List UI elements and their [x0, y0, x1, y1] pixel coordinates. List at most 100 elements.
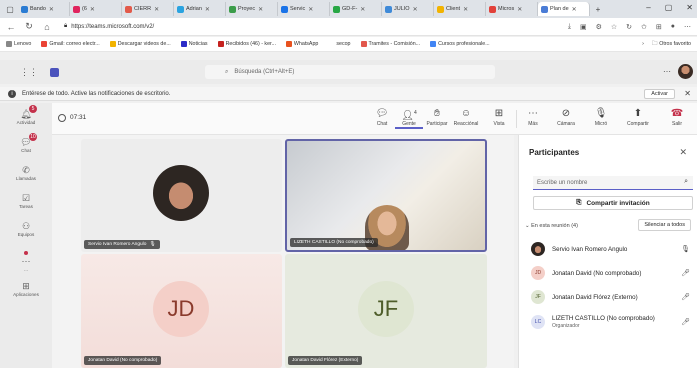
folder-icon: 🗀︎ — [651, 40, 658, 47]
tab-label: JULIO — [394, 6, 410, 12]
chat-button[interactable]: 💬︎ Chat — [368, 108, 396, 127]
people-button[interactable]: 👤︎4 Gente — [395, 108, 423, 129]
rail-item-tasks[interactable]: ☑ Tareas — [0, 193, 52, 209]
rail-item-chat[interactable]: 💬︎ 10 Chat — [0, 133, 52, 153]
bookmark-item[interactable]: Noticias — [180, 41, 208, 47]
browser-tab[interactable]: Adrian ✕ — [174, 2, 226, 16]
minimize-icon[interactable]: – — [646, 3, 650, 12]
bookmark-item[interactable]: Descargar videos de... — [109, 41, 171, 47]
participant-row[interactable]: JF Jonatan David Flórez (Externo) 🎤︎ — [531, 287, 696, 307]
rail-label: Tareas — [19, 204, 33, 209]
raise-hand-button[interactable]: ✋︎ Participar — [423, 108, 451, 127]
close-notification-icon[interactable]: ✕ — [684, 89, 691, 98]
browser-tab[interactable]: Servic ✕ — [278, 2, 330, 16]
home-icon[interactable]: ⌂ — [42, 22, 52, 32]
rail-item-bell[interactable]: 🔔︎ 5 Actividad — [0, 105, 52, 125]
close-tab-icon[interactable]: ✕ — [360, 6, 365, 13]
react-button[interactable]: ☺ Reacciónal — [452, 108, 480, 127]
participant-search-input[interactable]: Escribe un nombre ⌕ — [533, 176, 693, 190]
back-icon[interactable]: ← — [6, 22, 16, 32]
bookmark-item[interactable]: Recibidos (46) - ker... — [217, 41, 276, 47]
meeting-info-icon[interactable] — [58, 114, 66, 122]
close-panel-icon[interactable]: ✕ — [679, 147, 687, 158]
settings-more-icon[interactable]: ⋯ — [663, 67, 671, 76]
favorites-icon[interactable]: ✩ — [641, 23, 647, 31]
meeting-timer: 07:31 — [70, 114, 87, 121]
camera-button[interactable]: ⊘ Cámara — [552, 108, 580, 127]
close-tab-icon[interactable]: ✕ — [205, 6, 210, 13]
rail-item-phone[interactable]: ✆ Llamadas — [0, 165, 52, 181]
search-placeholder: Búsqueda (Ctrl+Alt+E) — [234, 69, 295, 75]
close-tab-icon[interactable]: ✕ — [463, 6, 468, 13]
other-favorites[interactable]: 🗀︎ Otros favorito — [652, 40, 691, 49]
app-launcher-icon[interactable]: ⋮⋮ — [18, 67, 40, 78]
mic-off-icon: 🎙︎ — [681, 246, 690, 253]
rail-item-apps[interactable]: ⊞ Aplicaciones — [0, 281, 52, 297]
refresh-page-icon[interactable]: ↻ — [626, 23, 632, 31]
leave-button[interactable]: ☎ Salir — [663, 108, 691, 127]
close-window-icon[interactable]: ✕ — [686, 3, 693, 12]
browser-tab[interactable]: GD-F- ✕ — [330, 2, 382, 16]
close-tab-icon[interactable]: ✕ — [258, 6, 263, 13]
browser-tab[interactable]: Plan de ✕ — [538, 2, 590, 16]
bookmark-item[interactable]: secop — [328, 41, 351, 47]
browser-tab[interactable]: Micros ✕ — [486, 2, 538, 16]
activate-button[interactable]: Activar — [644, 89, 675, 99]
bookmark-item[interactable]: Lenovo — [6, 41, 31, 47]
browser-tab[interactable]: CIERR ✕ — [122, 2, 174, 16]
bookmark-label: WhatsApp — [293, 41, 319, 47]
share-invite-button[interactable]: ⎘ Compartir invitación — [533, 196, 693, 210]
in-meeting-section[interactable]: ⌄ En esta reunión (4) — [525, 223, 578, 229]
tab-label: Servic — [290, 6, 306, 12]
browser-tab[interactable]: JULIO ✕ — [382, 2, 434, 16]
bookmark-item[interactable]: WhatsApp — [285, 41, 319, 47]
extension-icon[interactable]: ▣ — [580, 23, 587, 31]
video-tile[interactable]: LIZETH CASTILLO (No comprobado) — [285, 139, 487, 252]
collections-icon[interactable]: ⊞ — [656, 23, 662, 31]
tab-favicon-icon — [541, 5, 548, 13]
refresh-icon[interactable]: ↻ — [24, 21, 34, 32]
participant-row[interactable]: LC LIZETH CASTILLO (No comprobado) Organiz… — [531, 312, 696, 332]
mute-all-button[interactable]: Silenciar a todos — [638, 219, 691, 231]
video-tile[interactable]: Servio Ivan Romero Angulo 🎙︎ — [81, 139, 282, 252]
profile-icon[interactable]: ● — [671, 23, 675, 30]
tasks-icon: ☑ — [21, 193, 31, 203]
rail-item-more[interactable]: ⋯... — [0, 251, 52, 272]
browser-tab[interactable]: Client ✕ — [434, 2, 486, 16]
favorite-star-icon[interactable]: ☆ — [611, 23, 617, 31]
browser-tab[interactable]: Proyec ✕ — [226, 2, 278, 16]
bookmark-item[interactable]: Cursos profesionale... — [430, 41, 490, 47]
tile-name: Jonatan David Flórez (Externo) — [292, 358, 359, 363]
video-tile[interactable]: JD Jonatan David (No comprobado) — [81, 254, 282, 368]
tab-actions-icon[interactable]: ▢ — [4, 3, 16, 15]
participant-row[interactable]: JD Jonatan David (No comprobado) 🎤︎ — [531, 263, 696, 283]
video-tile[interactable]: JF Jonatan David Flórez (Externo) — [285, 254, 487, 368]
close-tab-icon[interactable]: ✕ — [49, 6, 54, 13]
user-avatar[interactable] — [678, 64, 693, 79]
close-tab-icon[interactable]: ✕ — [308, 6, 313, 13]
bookmark-favicon-icon — [285, 41, 292, 47]
participant-row[interactable]: Servio Ivan Romero Angulo 🎙︎ — [531, 239, 696, 259]
maximize-icon[interactable]: ▢ — [665, 3, 673, 12]
new-tab-button[interactable]: + — [592, 3, 604, 15]
download-icon[interactable]: ⤓ — [568, 23, 571, 31]
tracking-icon[interactable]: ⚙ — [596, 23, 602, 31]
close-tab-icon[interactable]: ✕ — [413, 6, 418, 13]
view-button[interactable]: ⊞ Vista — [485, 108, 513, 127]
browser-tab[interactable]: (6 ✕ — [70, 2, 122, 16]
bookmark-item[interactable]: Gmail: correo electr... — [41, 41, 100, 47]
close-tab-icon[interactable]: ✕ — [517, 6, 522, 13]
more-button[interactable]: ⋯ Más — [519, 108, 547, 127]
rail-item-teams[interactable]: ⚇ Equipos — [0, 221, 52, 237]
search-input[interactable]: ⌕ Búsqueda (Ctrl+Alt+E) — [205, 65, 495, 79]
chevron-right-icon[interactable]: › — [642, 41, 644, 47]
close-tab-icon[interactable]: ✕ — [90, 6, 95, 13]
url-field[interactable]: 🔒︎ https://teams.microsoft.com/v2/ — [60, 20, 360, 33]
share-button[interactable]: ⬆ Compartir — [624, 108, 652, 127]
close-tab-icon[interactable]: ✕ — [572, 6, 577, 13]
close-tab-icon[interactable]: ✕ — [154, 6, 159, 13]
mic-button[interactable]: 🎙︎ Micró — [587, 108, 615, 127]
browser-tab[interactable]: Bando ✕ — [18, 2, 70, 16]
bookmark-item[interactable]: Tramites - Comisión... — [360, 41, 420, 47]
browser-menu-icon[interactable]: ⋯ — [684, 23, 691, 31]
